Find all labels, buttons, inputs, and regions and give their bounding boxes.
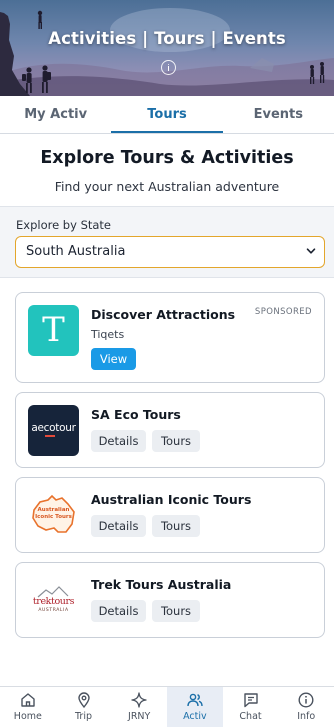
tours-button[interactable]: Tours <box>152 600 200 622</box>
nav-label: Trip <box>75 711 92 722</box>
nav-label: Activ <box>183 711 207 722</box>
state-filter-label: Explore by State <box>16 218 112 232</box>
tiqets-logo-icon: T <box>28 305 79 356</box>
nav-jrny[interactable]: JRNY <box>111 687 167 727</box>
nav-label: JRNY <box>128 711 151 722</box>
card-title: Discover Attractions <box>91 307 236 322</box>
chat-icon <box>243 693 258 708</box>
nav-home[interactable]: Home <box>0 687 56 727</box>
sa-eco-tours-logo-icon: aecotour <box>28 405 79 456</box>
details-button[interactable]: Details <box>91 600 146 622</box>
sponsored-badge: SPONSORED <box>254 307 312 317</box>
nav-activ[interactable]: Activ <box>167 687 223 727</box>
nav-trip[interactable]: Trip <box>56 687 112 727</box>
nav-chat[interactable]: Chat <box>223 687 279 727</box>
tab-my-activ[interactable]: My Activ <box>0 96 111 133</box>
tours-button[interactable]: Tours <box>152 430 200 452</box>
state-select[interactable]: South Australia <box>15 236 325 268</box>
info-icon <box>298 692 314 708</box>
state-filter-panel: Explore by State South Australia <box>0 206 334 278</box>
people-icon <box>187 693 203 707</box>
section-title: Explore Tours & Activities <box>40 148 294 168</box>
details-button[interactable]: Details <box>91 515 146 537</box>
tour-card-australian-iconic-tours[interactable]: Australian Iconic Tours Australian Iconi… <box>15 477 325 553</box>
chevron-down-icon <box>306 248 316 254</box>
details-button[interactable]: Details <box>91 430 146 452</box>
map-pin-icon <box>77 692 90 709</box>
page-title: Activities | Tours | Events <box>48 29 286 48</box>
trek-tours-logo-icon: trektours AUSTRALIA <box>28 575 79 626</box>
hero-header: Activities | Tours | Events <box>0 0 334 96</box>
tours-button[interactable]: Tours <box>152 515 200 537</box>
tour-card-trek-tours-australia[interactable]: trektours AUSTRALIA Trek Tours Australia… <box>15 562 325 638</box>
tour-card-discover-attractions[interactable]: T Discover Attractions Tiqets SPONSORED … <box>15 292 325 383</box>
tab-bar: My Activ Tours Events <box>0 96 334 134</box>
info-circle-icon[interactable] <box>161 60 176 75</box>
nav-label: Home <box>13 711 42 722</box>
card-title: Australian Iconic Tours <box>91 492 252 507</box>
nav-info[interactable]: Info <box>278 687 334 727</box>
hiking-scene-image <box>0 8 334 96</box>
bottom-nav: Home Trip JRNY Activ Chat Info <box>0 686 334 727</box>
tab-events[interactable]: Events <box>223 96 334 133</box>
state-select-value: South Australia <box>26 244 126 259</box>
australian-iconic-tours-logo-icon: Australian Iconic Tours <box>28 490 79 541</box>
tab-tours[interactable]: Tours <box>111 96 223 133</box>
section-subtitle: Find your next Australian adventure <box>54 179 280 194</box>
card-provider: Tiqets <box>91 328 125 341</box>
tour-card-sa-eco-tours[interactable]: aecotour SA Eco Tours Details Tours <box>15 392 325 468</box>
view-button[interactable]: View <box>91 348 136 370</box>
nav-label: Info <box>297 711 316 722</box>
nav-label: Chat <box>239 711 262 722</box>
home-icon <box>21 693 35 707</box>
sparkle-icon <box>131 692 147 708</box>
card-title: SA Eco Tours <box>91 407 181 422</box>
card-title: Trek Tours Australia <box>91 577 232 592</box>
